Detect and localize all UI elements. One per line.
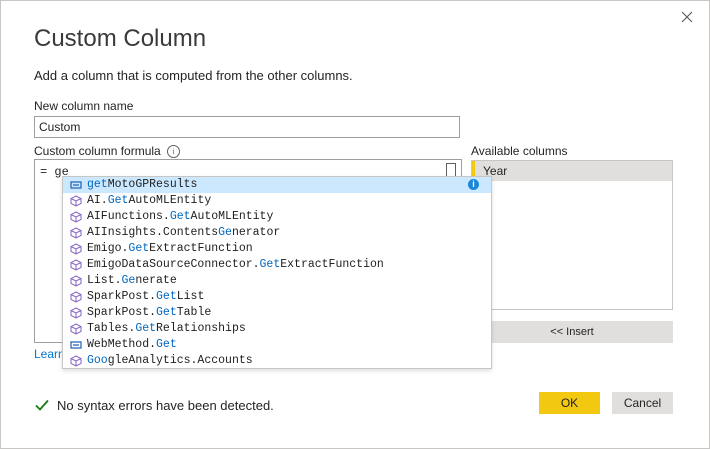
autocomplete-item[interactable]: Emigo.GetExtractFunction (63, 241, 491, 257)
autocomplete-item-label: Tables.GetRelationships (87, 322, 246, 335)
module-icon (70, 227, 82, 239)
module-icon (70, 307, 82, 319)
ok-button[interactable]: OK (539, 392, 600, 414)
column-name-input[interactable]: Custom (34, 116, 460, 138)
autocomplete-item-label: AIFunctions.GetAutoMLEntity (87, 210, 274, 223)
autocomplete-item-label: WebMethod.Get (87, 338, 177, 351)
available-column-item[interactable]: Year (472, 161, 672, 181)
info-icon[interactable]: i (468, 179, 479, 190)
autocomplete-item[interactable]: WebMethod.Get (63, 337, 491, 353)
module-icon (70, 211, 82, 223)
autocomplete-item[interactable]: SparkPost.GetTable (63, 305, 491, 321)
checkmark-icon (35, 399, 49, 411)
available-columns-list: Year (471, 160, 673, 310)
autocomplete-item-label: getMotoGPResults (87, 178, 198, 191)
autocomplete-item[interactable]: EmigoDataSourceConnector.GetExtractFunct… (63, 257, 491, 273)
autocomplete-item-label: SparkPost.GetList (87, 290, 205, 303)
close-icon[interactable] (679, 9, 695, 25)
autocomplete-item-label: AIInsights.ContentsGenerator (87, 226, 281, 239)
autocomplete-item[interactable]: AIFunctions.GetAutoMLEntity (63, 209, 491, 225)
autocomplete-item[interactable]: GoogleAnalytics.Accounts (63, 353, 491, 369)
custom-column-dialog: Custom Column Add a column that is compu… (0, 0, 710, 449)
insert-button[interactable]: << Insert (471, 321, 673, 343)
cancel-button[interactable]: Cancel (612, 392, 673, 414)
autocomplete-item[interactable]: List.Generate (63, 273, 491, 289)
module-icon (70, 275, 82, 287)
module-icon (70, 355, 82, 367)
autocomplete-item-label: List.Generate (87, 274, 177, 287)
module-icon (70, 195, 82, 207)
autocomplete-item-label: SparkPost.GetTable (87, 306, 212, 319)
autocomplete-item[interactable]: AI.GetAutoMLEntity (63, 193, 491, 209)
module-icon (70, 291, 82, 303)
module-icon (70, 323, 82, 335)
autocomplete-item-label: EmigoDataSourceConnector.GetExtractFunct… (87, 258, 384, 271)
function-icon (70, 341, 82, 349)
formula-scrollbar[interactable] (446, 163, 456, 177)
formula-label: Custom column formula (34, 144, 161, 158)
autocomplete-item[interactable]: SparkPost.GetList (63, 289, 491, 305)
autocomplete-item-label: AI.GetAutoMLEntity (87, 194, 212, 207)
module-icon (70, 243, 82, 255)
dialog-subtitle: Add a column that is computed from the o… (34, 68, 353, 83)
autocomplete-item[interactable]: AIInsights.ContentsGenerator (63, 225, 491, 241)
info-icon[interactable]: i (167, 145, 180, 158)
autocomplete-item-label: Emigo.GetExtractFunction (87, 242, 253, 255)
status-message: No syntax errors have been detected. (57, 398, 274, 413)
autocomplete-item-label: GoogleAnalytics.Accounts (87, 354, 253, 367)
autocomplete-dropdown: getMotoGPResults i AI.GetAutoMLEntity AIFun… (62, 176, 492, 369)
function-icon (70, 181, 82, 189)
dialog-title: Custom Column (34, 25, 207, 52)
learn-link[interactable]: Learn (34, 347, 65, 361)
module-icon (70, 259, 82, 271)
autocomplete-item[interactable]: Tables.GetRelationships (63, 321, 491, 337)
available-columns-label: Available columns (471, 144, 568, 158)
column-name-label: New column name (34, 99, 134, 113)
autocomplete-item[interactable]: getMotoGPResults i (63, 177, 491, 193)
